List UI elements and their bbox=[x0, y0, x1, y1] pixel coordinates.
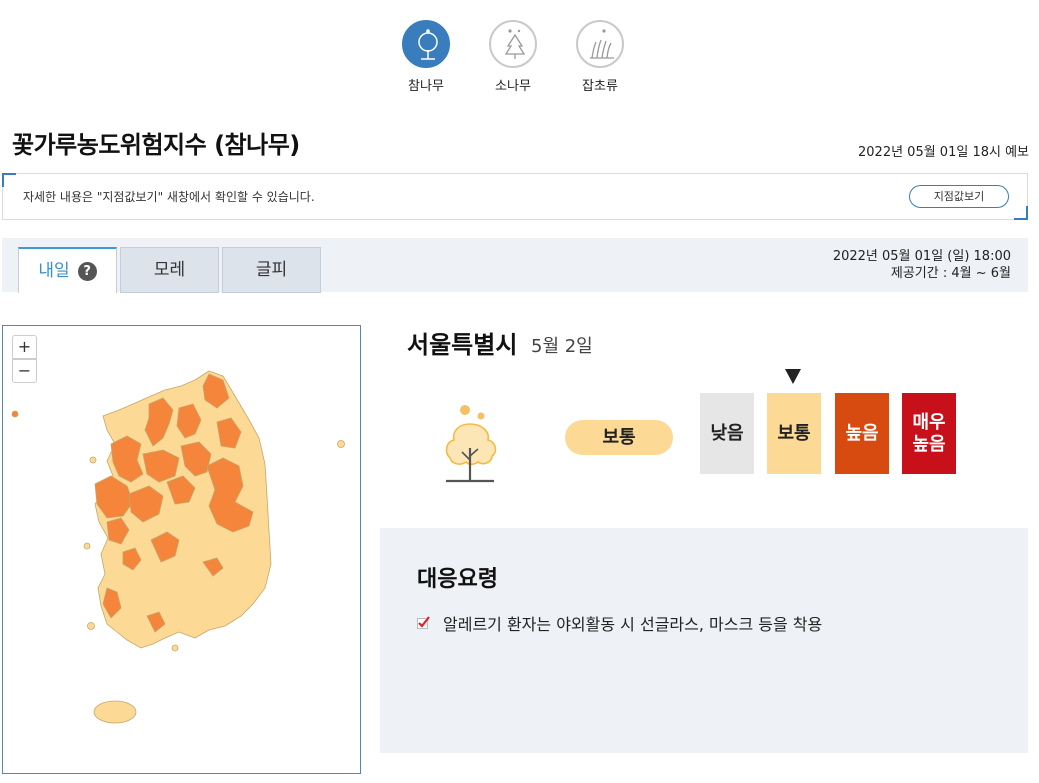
response-guide: 대응요령 알레르기 환자는 야외활동 시 선글라스, 마스크 등을 착용 bbox=[380, 528, 1028, 753]
info-text: 자세한 내용은 "지점값보기" 새창에서 확인할 수 있습니다. bbox=[23, 190, 315, 204]
plant-tab-oak[interactable]: 참나무 bbox=[391, 20, 461, 94]
region-date: 5월 2일 bbox=[531, 336, 593, 357]
forecast-time: 2022년 05월 01일 18시 예보 bbox=[858, 145, 1029, 160]
tab-tomorrow[interactable]: 내일? bbox=[18, 247, 117, 293]
tab-day-after-tomorrow[interactable]: 모레 bbox=[120, 247, 219, 293]
weeds-icon bbox=[590, 29, 614, 59]
plant-tab-weeds[interactable]: 잡초류 bbox=[565, 20, 635, 94]
day-tab-strip: 내일? 모레 글피 2022년 05월 01일 (일) 18:00 제공기간 :… bbox=[2, 238, 1028, 293]
plant-label: 참나무 bbox=[408, 79, 444, 94]
tab-label: 글피 bbox=[255, 260, 288, 280]
map-region-island[interactable] bbox=[87, 622, 95, 630]
tab-three-days-later[interactable]: 글피 bbox=[222, 247, 321, 293]
plant-label: 잡초류 bbox=[582, 79, 618, 94]
level-label: 낮음 bbox=[710, 422, 744, 444]
map-region-island[interactable] bbox=[89, 456, 97, 464]
info-box: 자세한 내용은 "지점값보기" 새창에서 확인할 수 있습니다. 지점값보기 bbox=[2, 173, 1028, 220]
map-region-island[interactable] bbox=[171, 644, 179, 652]
level-label: 높음 bbox=[845, 422, 879, 444]
pine-tree-icon bbox=[504, 29, 526, 59]
corner-decoration bbox=[2, 173, 16, 187]
zoom-out-button[interactable]: − bbox=[12, 359, 37, 383]
region-name: 서울특별시 bbox=[407, 331, 518, 359]
service-period: 제공기간 : 4월 ~ 6월 bbox=[890, 266, 1011, 281]
tab-label: 내일 bbox=[38, 261, 70, 281]
plant-label: 소나무 bbox=[495, 79, 531, 94]
pollen-map[interactable]: + − bbox=[2, 325, 361, 774]
current-level-badge: 보통 bbox=[565, 420, 673, 455]
map-region-jeju[interactable] bbox=[93, 700, 137, 724]
checkbox-icon bbox=[417, 616, 430, 629]
zoom-in-button[interactable]: + bbox=[12, 335, 37, 359]
tab-label: 모레 bbox=[153, 260, 186, 280]
level-low: 낮음 bbox=[700, 393, 754, 474]
help-icon[interactable]: ? bbox=[77, 261, 97, 281]
guide-title: 대응요령 bbox=[417, 567, 498, 592]
guide-item: 알레르기 환자는 야외활동 시 선글라스, 마스크 등을 착용 bbox=[417, 611, 822, 635]
level-label: 보통 bbox=[777, 422, 811, 444]
plant-tab-pine[interactable]: 소나무 bbox=[478, 20, 548, 94]
map-region-island[interactable] bbox=[11, 410, 19, 418]
plant-selector: 참나무 소나무 잡초류 bbox=[0, 20, 1039, 100]
level-label: 매우 높음 bbox=[912, 411, 946, 455]
page-title: 꽃가루농도위험지수 (참나무) bbox=[12, 131, 300, 159]
oak-tree-icon bbox=[418, 29, 438, 60]
issue-datetime: 2022년 05월 01일 (일) 18:00 bbox=[832, 249, 1011, 264]
oak-tree-icon bbox=[445, 405, 497, 483]
view-station-values-button[interactable]: 지점값보기 bbox=[909, 185, 1009, 208]
guide-item-text: 알레르기 환자는 야외활동 시 선글라스, 마스크 등을 착용 bbox=[443, 615, 823, 634]
map-region-ulleung[interactable] bbox=[337, 440, 345, 448]
level-very-high: 매우 높음 bbox=[902, 393, 956, 474]
level-indicator-arrow bbox=[785, 369, 801, 384]
level-moderate: 보통 bbox=[767, 393, 821, 474]
korea-map[interactable] bbox=[3, 326, 360, 773]
tab-date-info: 2022년 05월 01일 (일) 18:00 제공기간 : 4월 ~ 6월 bbox=[833, 248, 1011, 282]
corner-decoration bbox=[1014, 206, 1028, 220]
map-region-island[interactable] bbox=[83, 542, 91, 550]
level-high: 높음 bbox=[835, 393, 889, 474]
